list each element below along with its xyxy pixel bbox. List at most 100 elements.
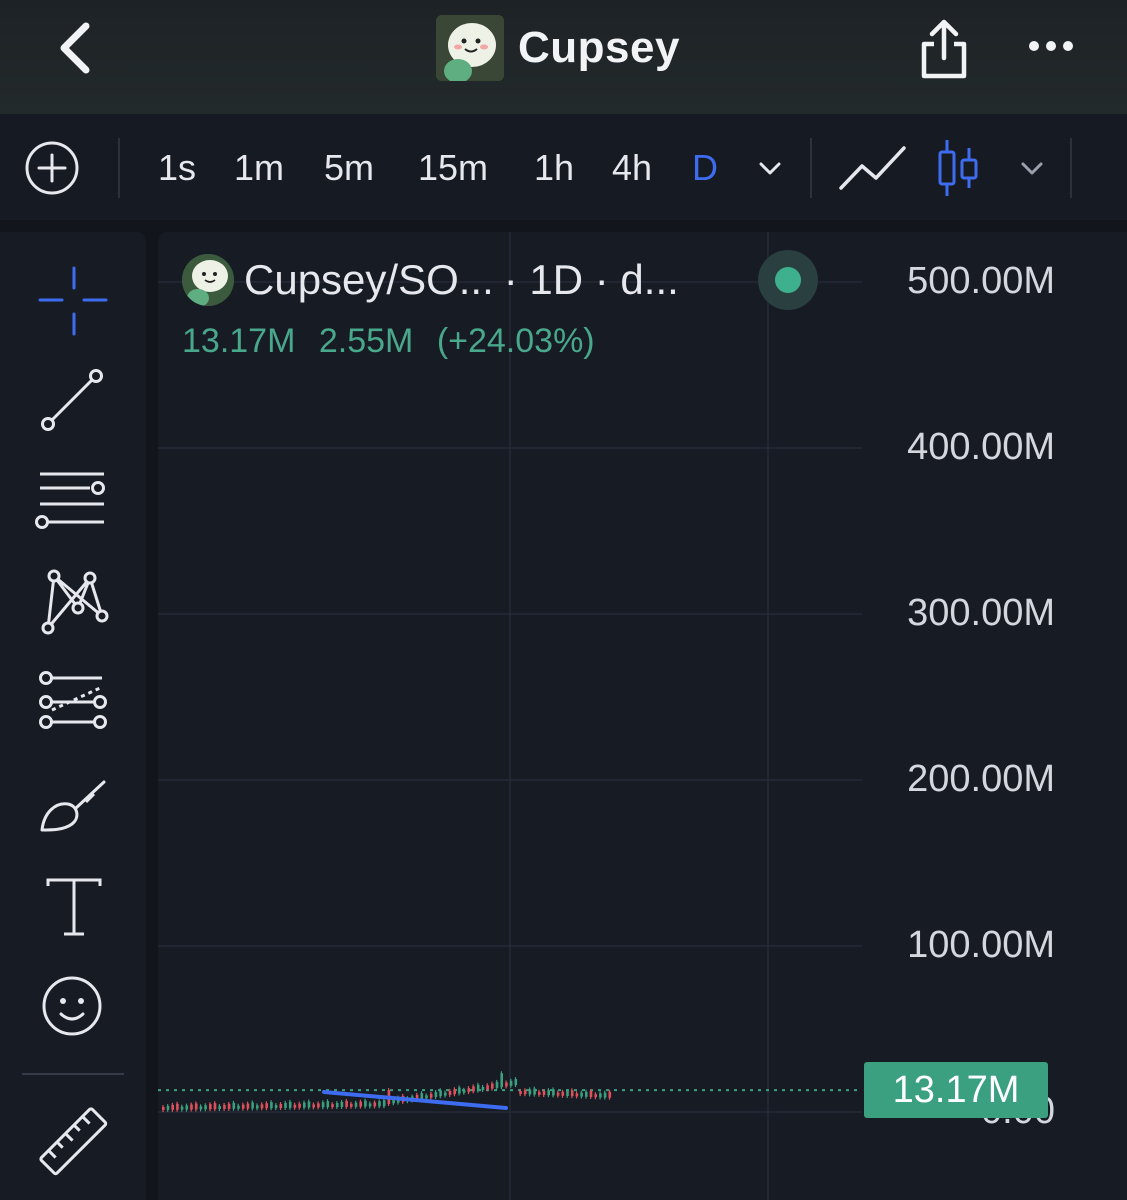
text-tool-icon[interactable] [34,868,114,948]
candle [246,1103,250,1109]
emoji-tool-icon[interactable] [34,968,114,1048]
timeframe-d[interactable]: D [692,146,718,190]
candle [326,1101,330,1108]
add-indicator-icon[interactable] [24,140,80,196]
candle [331,1104,334,1108]
candle [162,1107,165,1110]
candle [519,1091,522,1094]
candle [608,1091,612,1098]
candle [495,1081,499,1088]
trend-line-tool-icon[interactable] [34,360,114,440]
candle [599,1093,602,1098]
y-axis-label: 300.00M [907,592,1055,634]
candle [335,1103,339,1108]
candle [312,1104,315,1108]
top-header: Cupsey [0,0,1127,114]
candle [180,1106,184,1110]
candle [561,1091,565,1096]
current-price-tag: 13.17M [864,1062,1048,1118]
current-value: 13.17M [182,322,296,360]
candle [293,1104,297,1108]
candle [321,1102,325,1108]
candle [467,1088,471,1093]
candle [462,1089,466,1093]
drawing-tools-sidebar [0,232,146,1200]
candle [523,1090,527,1095]
candle [476,1084,480,1091]
brush-tool-icon[interactable] [34,768,114,848]
token-avatar [436,15,504,81]
candle [444,1092,447,1096]
candle [575,1093,579,1097]
candle [533,1088,536,1095]
candlestick-chart-icon[interactable] [934,138,982,198]
candle [256,1105,259,1109]
candle [213,1103,217,1110]
candle [340,1101,344,1107]
candle [448,1090,452,1095]
candle [542,1091,546,1095]
candle [354,1102,358,1107]
candle [227,1103,231,1109]
candle [580,1092,583,1097]
change-percent: (+24.03%) [436,322,595,360]
timeframe-1h[interactable]: 1h [534,146,574,190]
y-axis-label: 100.00M [907,924,1055,966]
ruler-tool-icon[interactable] [34,1102,114,1182]
candle [190,1104,193,1110]
live-status-icon [758,250,818,310]
chart-toolbar: 1s 1m 5m 15m 1h 4h D [0,114,1127,220]
candle [176,1103,179,1110]
timeframe-1m[interactable]: 1m [234,146,284,190]
candle [284,1102,287,1108]
candle [232,1102,236,1109]
candle [260,1104,264,1109]
chart-canvas[interactable] [158,232,1127,1200]
candle [528,1089,532,1095]
horizontal-lines-tool-icon[interactable] [34,460,114,540]
candle [378,1101,381,1107]
candle [500,1073,503,1088]
candle [368,1103,372,1107]
candle [199,1106,203,1110]
back-icon[interactable] [52,22,104,74]
timeframe-15m[interactable]: 15m [418,146,488,190]
candle [556,1092,560,1096]
price-chart[interactable]: Cupsey/SO... · 1D · d... 13.17M 2.55M (+… [158,232,1127,1200]
candle [274,1105,278,1109]
candle [237,1105,240,1109]
candle [434,1092,438,1097]
y-axis-label: 400.00M [907,426,1055,468]
candle [603,1092,607,1098]
timeframe-1s[interactable]: 1s [158,146,196,190]
more-options-icon[interactable] [1024,30,1080,62]
candle [425,1095,428,1099]
candle [204,1105,207,1110]
candle [194,1103,198,1110]
chart-type-dropdown-chevron-icon[interactable] [1018,154,1046,182]
pattern-tool-icon[interactable] [34,562,114,642]
candle [317,1103,320,1108]
timeframe-4h[interactable]: 4h [612,146,652,190]
change-value: 2.55M [318,322,414,360]
candle [223,1104,226,1109]
candle [303,1102,306,1108]
candle [453,1089,456,1095]
crosshair-icon[interactable] [34,262,114,342]
candle [514,1079,518,1086]
legend-symbol[interactable]: Cupsey/SO... [244,256,494,304]
token-title: Cupsey [436,14,680,82]
timeframe-dropdown-chevron-icon[interactable] [756,154,784,182]
candle [547,1090,550,1096]
candle [241,1104,245,1109]
candle [552,1089,555,1096]
fib-retracement-tool-icon[interactable] [34,664,114,744]
timeframe-5m[interactable]: 5m [324,146,374,190]
candle [373,1102,377,1107]
page-title: Cupsey [518,23,680,72]
candle [364,1100,367,1107]
line-chart-icon[interactable] [838,142,908,194]
candle [345,1100,348,1107]
share-icon[interactable] [916,18,972,82]
candle [359,1101,362,1107]
